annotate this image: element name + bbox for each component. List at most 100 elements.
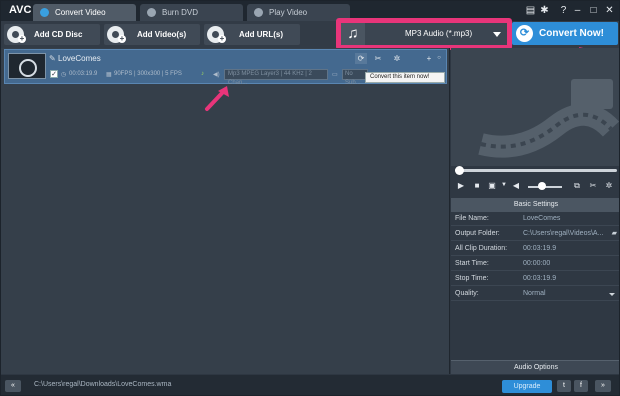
volume-icon: ◀) — [213, 72, 220, 78]
music-note-icon: ♫ — [341, 23, 365, 45]
annotation-arrow — [205, 86, 229, 111]
play-icon[interactable]: ▶ — [455, 180, 467, 191]
side-panel: ▶ ■ ▣ ▼ ◀ ⧉ ✂ ✲ Basic Settings File Name… — [451, 48, 619, 374]
tab-play-video[interactable]: Play Video — [247, 4, 350, 21]
video-thumbnail — [8, 53, 46, 79]
setting-key: File Name: — [455, 215, 489, 222]
setting-key: Start Time: — [455, 260, 489, 267]
setting-row: Start Time: 00:00:00 — [451, 257, 619, 271]
status-bar: « C:\Users\regal\Downloads\LoveComes.wma… — [1, 375, 619, 395]
dvd-icon — [147, 8, 156, 17]
volume-handle[interactable] — [538, 182, 546, 190]
setting-row: Stop Time: 00:03:19.9 — [451, 272, 619, 286]
effects-icon[interactable]: ✲ — [391, 53, 403, 64]
audio-profile-value: Mp3 MPEG Layer3 | 44 KHz | 2 Chan... — [228, 71, 312, 86]
seek-bar[interactable] — [455, 166, 617, 175]
play-icon — [254, 8, 263, 17]
help-icon[interactable]: ? — [557, 4, 570, 17]
convert-icon — [40, 8, 49, 17]
upgrade-button[interactable]: Upgrade — [502, 380, 552, 393]
setting-value[interactable]: LoveComes — [523, 212, 560, 226]
close-item-icon[interactable]: ○ — [433, 53, 445, 64]
setting-row: File Name: LoveComes — [451, 212, 619, 226]
chevron-down-icon — [493, 32, 501, 37]
camera-icon[interactable]: ▣ — [486, 180, 498, 191]
chevron-down-icon[interactable]: ▼ — [498, 180, 510, 191]
upgrade-label: Upgrade — [513, 383, 541, 390]
setting-key: All Clip Duration: — [455, 245, 508, 252]
tab-convert-video[interactable]: Convert Video — [33, 4, 136, 21]
basic-settings-header[interactable]: Basic Settings — [451, 198, 619, 212]
add-cd-label: Add CD Disc — [34, 30, 83, 39]
tab-label: Play Video — [269, 8, 308, 17]
format-select[interactable]: ♫ MP3 Audio (*.mp3) — [341, 23, 507, 45]
tooltip: Convert this item now! — [365, 72, 445, 83]
tab-label: Burn DVD — [162, 8, 199, 17]
clock-icon: ◷ — [61, 72, 67, 78]
setting-value[interactable]: 00:00:00 — [523, 257, 550, 271]
setting-key: Quality: — [455, 290, 479, 297]
scissors-icon[interactable]: ✂ — [372, 53, 384, 64]
add-url-label: Add URL(s) — [239, 30, 283, 39]
setting-key: Output Folder: — [455, 230, 500, 237]
setting-key: Stop Time: — [455, 275, 489, 282]
collapse-button[interactable]: « — [5, 380, 21, 392]
plus-icon: + — [118, 34, 126, 43]
convert-now-label: Convert Now! — [539, 28, 604, 39]
setting-value[interactable]: C:\Users\regal\Videos\A... — [523, 227, 603, 241]
film-icon: ▦ — [106, 72, 112, 78]
player-controls: ▶ ■ ▣ ▼ ◀ ⧉ ✂ ✲ — [451, 178, 619, 193]
scissors-icon[interactable]: ✂ — [587, 180, 599, 191]
setting-value[interactable]: Normal — [523, 287, 546, 301]
setting-value: 00:03:19.9 — [523, 245, 557, 252]
add-video-button[interactable]: + Add Video(s) — [104, 24, 200, 45]
audio-profile-select[interactable]: Mp3 MPEG Layer3 | 44 KHz | 2 Chan... — [224, 69, 328, 86]
volume-icon[interactable]: ◀ — [510, 180, 522, 191]
item-duration: 00:03:19.9 — [69, 71, 98, 77]
chevron-down-icon[interactable] — [609, 293, 615, 296]
add-video-label: Add Video(s) — [137, 30, 187, 39]
plus-icon: + — [18, 34, 26, 43]
setting-row: Output Folder: C:\Users\regal\Videos\A..… — [451, 227, 619, 241]
audio-options-header[interactable]: Audio Options — [451, 360, 619, 374]
preview-area — [451, 48, 619, 166]
facebook-icon[interactable]: f — [574, 380, 588, 392]
expand-button[interactable]: » — [595, 380, 611, 392]
format-highlight: ♫ MP3 Audio (*.mp3) — [336, 18, 512, 50]
copy-icon[interactable]: ⧉ — [571, 180, 583, 191]
refresh-icon: ⟳ — [516, 25, 533, 42]
subtitle-value: No Sub... — [345, 71, 361, 86]
setting-row: All Clip Duration: 00:03:19.9 — [451, 242, 619, 256]
plus-icon: + — [218, 34, 226, 43]
app-window: AVC Convert Video Burn DVD Play Video ▤ … — [0, 0, 620, 396]
convert-now-button[interactable]: ⟳ Convert Now! — [512, 22, 618, 45]
twitter-icon[interactable]: t — [557, 380, 571, 392]
title-bar: AVC Convert Video Burn DVD Play Video ▤ … — [1, 1, 619, 21]
item-video-info: 90FPS | 300x300 | 5 FPS — [114, 71, 182, 77]
film-strip-icon — [478, 79, 619, 158]
stop-icon[interactable]: ■ — [471, 180, 483, 191]
minimize-icon[interactable]: – — [571, 4, 584, 17]
setting-row: Quality: Normal — [451, 287, 619, 301]
app-logo: AVC — [9, 4, 32, 16]
add-url-button[interactable]: + Add URL(s) — [204, 24, 300, 45]
music-note-icon: ♪ — [201, 71, 204, 77]
output-path: C:\Users\regal\Downloads\LoveComes.wma — [34, 381, 172, 388]
edit-icon[interactable]: ✎ — [49, 54, 56, 63]
close-icon[interactable]: ✕ — [603, 4, 616, 17]
effects-icon[interactable]: ✲ — [603, 180, 615, 191]
seek-handle[interactable] — [455, 166, 464, 175]
gear-icon[interactable]: ✱ — [538, 4, 551, 17]
convert-item-icon[interactable]: ⟳ — [355, 53, 367, 64]
add-cd-button[interactable]: + Add CD Disc — [4, 24, 100, 45]
subtitle-icon: ▭ — [332, 72, 338, 78]
tab-label: Convert Video — [55, 8, 106, 17]
item-checkbox[interactable]: ✓ — [50, 70, 58, 78]
folder-icon[interactable]: ▰ — [612, 227, 617, 241]
item-title: LoveComes — [58, 54, 101, 63]
setting-value[interactable]: 00:03:19.9 — [523, 272, 556, 286]
format-label: MP3 Audio (*.mp3) — [405, 29, 473, 38]
grid-icon[interactable]: ▤ — [524, 4, 537, 17]
tab-burn-dvd[interactable]: Burn DVD — [140, 4, 243, 21]
maximize-icon[interactable]: □ — [587, 4, 600, 17]
